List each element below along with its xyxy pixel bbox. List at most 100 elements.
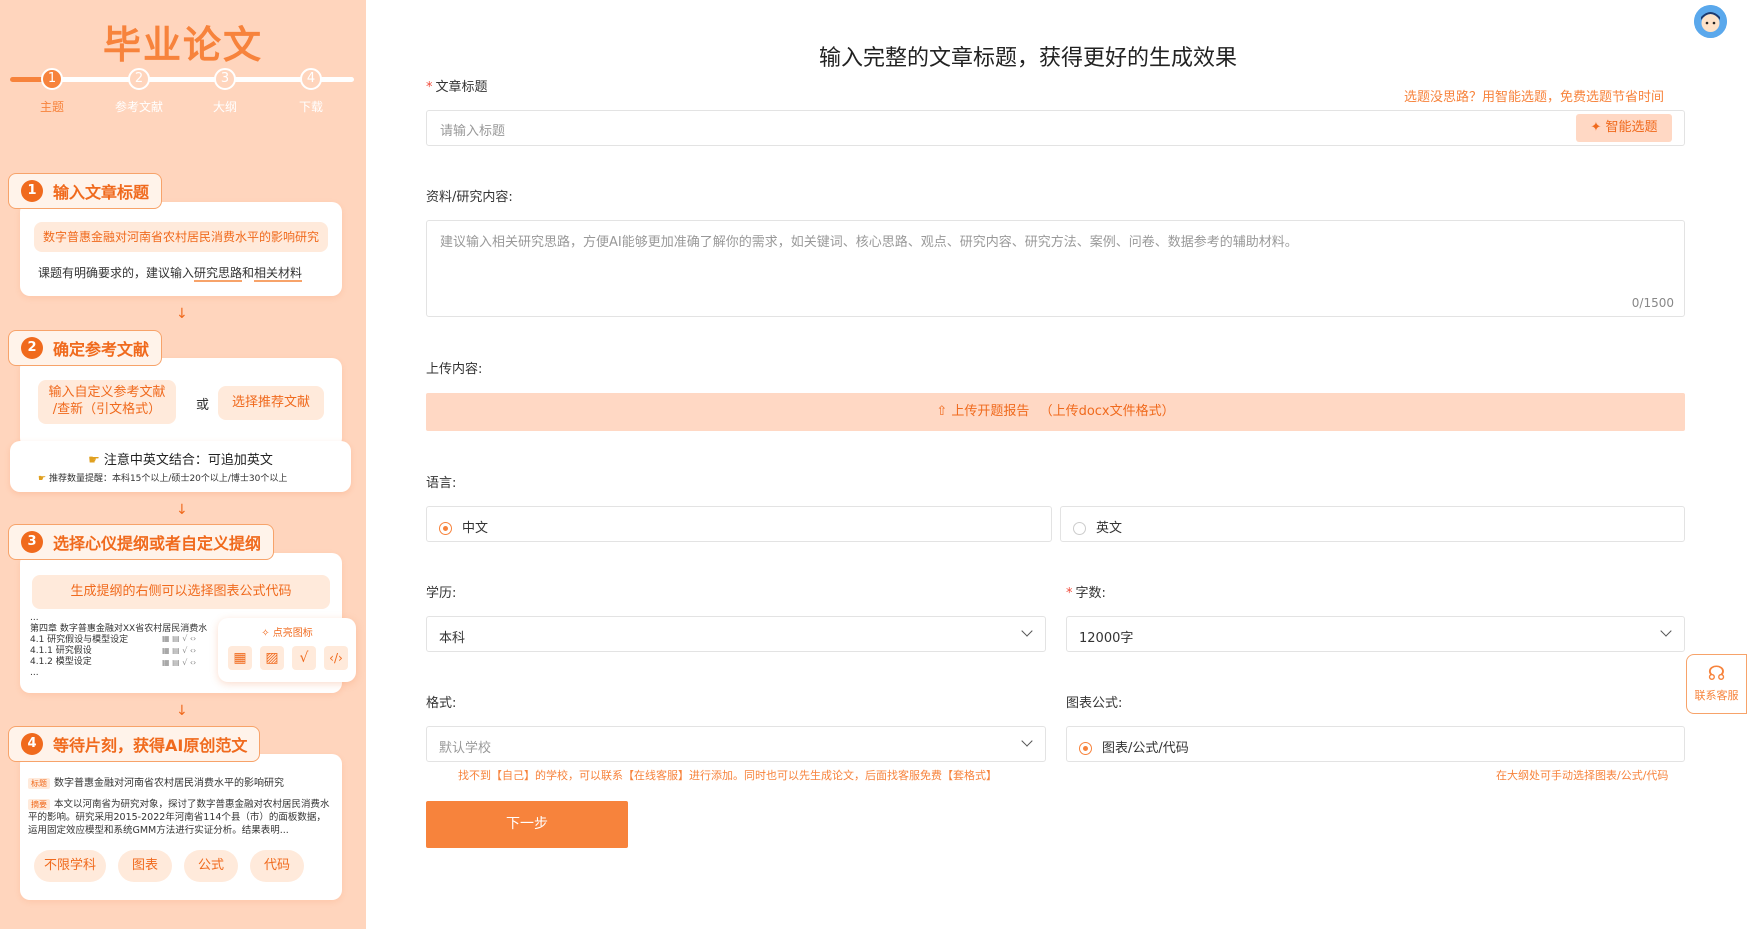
brand-title: 毕业论文 — [102, 23, 263, 67]
degree-label: 学历: — [426, 586, 457, 601]
section-4-header: 4 等待片刻，获得AI原创范文 — [8, 726, 261, 762]
language-note-text: 注意中英文结合：可追加英文 — [103, 453, 273, 468]
sample-title-row: 标题 数字普惠金融对河南省农村居民消费水平的影响研究 — [28, 774, 284, 789]
degree-value: 本科 — [439, 631, 466, 646]
upload-label: 上传内容: — [426, 362, 483, 377]
format-label: 格式: — [426, 696, 457, 711]
recommend-reference-button[interactable]: 选择推荐文献 — [218, 386, 324, 420]
chip-discipline: 不限学科 — [34, 850, 107, 882]
section-4-title: 等待片刻，获得AI原创范文 — [53, 736, 248, 755]
lang-chinese-label: 中文 — [462, 521, 489, 536]
material-placeholder: 建议输入相关研究思路，方便AI能够更加准确了解你的需求，如关键词、核心思路、观点… — [440, 235, 1298, 250]
tip-highlight-1: 研究思路 — [194, 266, 243, 282]
title-input-box[interactable]: 请输入标题 ✦ 智能选题 — [426, 110, 1685, 146]
section-2-header: 2 确定参考文献 — [8, 330, 163, 366]
title-tag: 标题 — [28, 778, 50, 789]
section-2-num: 2 — [21, 337, 43, 359]
image-icon[interactable]: ▨ — [260, 646, 284, 670]
step-3-dot[interactable]: 3 — [214, 68, 236, 90]
highlight-icons-panel: ✧ 点亮图标 ▦ ▨ √ ‹/› — [218, 618, 356, 682]
upload-button-label: 上传开题报告 — [951, 404, 1030, 419]
example-title: 数字普惠金融对河南省农村居民消费水平的影响研究 — [34, 222, 328, 252]
chip-formula: 公式 — [184, 850, 239, 882]
upload-format-hint: （上传docx文件格式） — [1039, 404, 1175, 419]
material-textarea[interactable]: 建议输入相关研究思路，方便AI能够更加准确了解你的需求，如关键词、核心思路、观点… — [426, 220, 1685, 317]
icon-row: ▦ ▨ √ ‹/› — [228, 646, 348, 670]
headset-icon: ☊ — [1707, 661, 1726, 685]
sample-abstract: 本文以河南省为研究对象，探讨了数字普惠金融对农村居民消费水平的影响。研究采用20… — [28, 799, 330, 836]
section-4-card: 标题 数字普惠金融对河南省农村居民消费水平的影响研究 摘要 本文以河南省为研究对象，… — [20, 754, 342, 900]
highlight-label-text: 点亮图标 — [272, 628, 313, 639]
section-1-num: 1 — [21, 180, 43, 202]
outline-line: ... — [30, 613, 39, 623]
customer-service-button[interactable]: ☊ 联系客服 — [1686, 654, 1747, 714]
tip-prefix: 课题有明确要求的，建议输入 — [38, 266, 195, 280]
table-icon[interactable]: ▦ — [228, 646, 252, 670]
code-icon[interactable]: ‹/› — [324, 646, 348, 670]
sidebar: 毕业论文 1 2 3 4 主题 参考文献 大纲 下载 数字普惠金融对河南省农村居… — [0, 0, 366, 929]
down-arrow-icon: ↓ — [176, 703, 188, 719]
words-label-text: 字数: — [1075, 586, 1106, 601]
required-mark: * — [1066, 586, 1073, 601]
radio-checked-icon — [439, 522, 452, 535]
format-hint: 找不到【自己】的学校，可以联系【在线客服】进行添加。同时也可以先生成论文，后面找… — [458, 769, 997, 782]
format-placeholder: 默认学校 — [439, 741, 492, 756]
lang-option-chinese[interactable]: 中文 — [426, 506, 1052, 542]
words-value: 12000字 — [1079, 631, 1134, 646]
char-counter: 0/1500 — [1631, 296, 1674, 310]
pointing-hand-icon: ☛ — [38, 474, 47, 484]
smart-topic-hint-link[interactable]: 选题没思路？用智能选题，免费选题节省时间 — [1404, 86, 1664, 105]
sparkle-icon: ✦ — [1590, 120, 1602, 135]
language-note-title: ☛ 注意中英文结合：可追加英文 — [10, 449, 351, 468]
down-arrow-icon: ↓ — [176, 502, 188, 518]
step-2-label: 参考文献 — [114, 100, 163, 114]
section-1-tip: 课题有明确要求的，建议输入研究思路和相关材料 — [38, 264, 303, 282]
language-note-sub: ☛ 推荐数量提醒：本科15个以上/硕士20个以上/博士30个以上 — [38, 471, 287, 484]
step-4-label: 下载 — [298, 100, 323, 114]
custom-reference-button[interactable]: 输入自定义参考文献 /查新（引文格式） — [38, 380, 176, 424]
step-4-dot[interactable]: 4 — [300, 68, 322, 90]
chevron-down-icon — [1021, 625, 1033, 637]
chip-code: 代码 — [250, 850, 305, 882]
words-select[interactable]: 12000字 — [1066, 616, 1685, 652]
smart-topic-button[interactable]: ✦ 智能选题 — [1576, 114, 1672, 142]
outline-mini-icons: ▦ ▤ √ ‹› ▦ ▤ √ ‹› ▦ ▤ √ ‹› — [162, 634, 197, 667]
chevron-down-icon — [1021, 735, 1033, 747]
radio-checked-icon — [1079, 742, 1092, 755]
required-mark: * — [426, 80, 433, 95]
degree-select[interactable]: 本科 — [426, 616, 1046, 652]
step-1-dot[interactable]: 1 — [41, 68, 63, 90]
upload-proposal-button[interactable]: ⇧ 上传开题报告 （上传docx文件格式） — [426, 393, 1685, 431]
step-3-label: 大纲 — [212, 100, 237, 114]
chip-row: 不限学科 图表 公式 代码 — [34, 850, 305, 882]
step-2-dot[interactable]: 2 — [128, 68, 150, 90]
section-3-title: 选择心仪提纲或者自定义提纲 — [53, 534, 262, 553]
next-step-button[interactable]: 下一步 — [426, 801, 628, 848]
chart-formula-option[interactable]: 图表/公式/代码 — [1066, 726, 1685, 762]
tip-highlight-2: 相关材料 — [254, 266, 303, 282]
abstract-tag: 摘要 — [28, 799, 50, 810]
wand-icon: ✧ — [261, 628, 270, 639]
material-label: 资料/研究内容: — [426, 190, 513, 205]
radio-unchecked-icon — [1073, 522, 1086, 535]
formula-icon[interactable]: √ — [292, 646, 316, 670]
recommend-count-text: 推荐数量提醒：本科15个以上/硕士20个以上/博士30个以上 — [48, 474, 288, 484]
format-select[interactable]: 默认学校 — [426, 726, 1046, 762]
section-1-header: 1 输入文章标题 — [8, 173, 163, 209]
title-label: * 文章标题 — [426, 76, 488, 95]
chart-label: 图表公式: — [1066, 696, 1123, 711]
title-label-text: 文章标题 — [435, 80, 488, 95]
avatar[interactable] — [1694, 5, 1727, 38]
section-1-card: 数字普惠金融对河南省农村居民消费水平的影响研究 课题有明确要求的，建议输入研究思… — [20, 202, 342, 296]
page-heading: 输入完整的文章标题，获得更好的生成效果 — [818, 46, 1237, 71]
chart-hint: 在大纲处可手动选择图表/公式/代码 — [1496, 769, 1669, 782]
outline-line: ... — [30, 668, 39, 678]
lang-english-label: 英文 — [1096, 521, 1123, 536]
section-3-num: 3 — [21, 531, 43, 553]
chevron-down-icon — [1660, 625, 1672, 637]
section-3-header: 3 选择心仪提纲或者自定义提纲 — [8, 524, 275, 560]
lang-option-english[interactable]: 英文 — [1060, 506, 1685, 542]
sample-abstract-row: 摘要 本文以河南省为研究对象，探讨了数字普惠金融对农村居民消费水平的影响。研究采用… — [28, 798, 334, 838]
title-input[interactable]: 请输入标题 — [440, 120, 505, 139]
or-label: 或 — [196, 398, 210, 413]
